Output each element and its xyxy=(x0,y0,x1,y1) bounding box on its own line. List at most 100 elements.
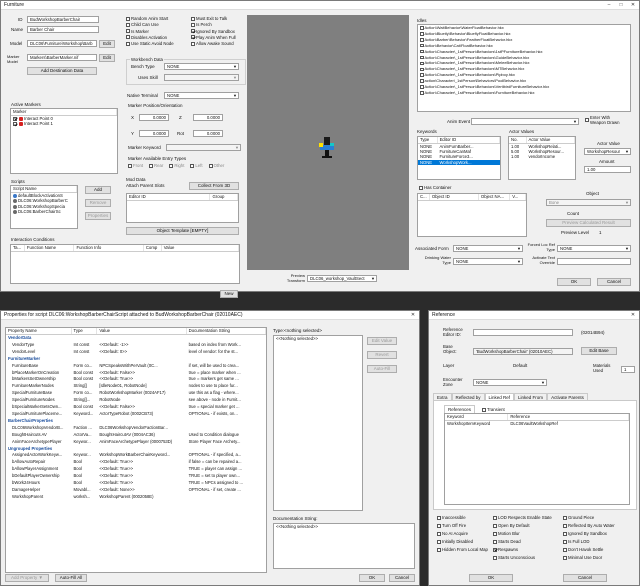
idle-check-box[interactable] xyxy=(420,91,424,95)
entry-type-4[interactable]: Other xyxy=(208,163,224,168)
minimize-icon[interactable]: – xyxy=(603,2,615,8)
flag-a-check-4[interactable]: Use Static Avoid Node xyxy=(126,41,174,46)
ref-flag-c-check-5[interactable]: Minimal Use Door xyxy=(563,555,615,560)
flag-b-check-4[interactable]: Allow Awake Sound xyxy=(191,41,236,46)
preview-calculated-result-button[interactable]: Preview Calculated Result xyxy=(546,219,631,227)
condition-new-button-visible[interactable]: New xyxy=(220,290,238,298)
close-icon[interactable]: ✕ xyxy=(627,2,639,8)
properties-cancel-button[interactable]: Cancel xyxy=(389,574,415,582)
interaction-conditions-list[interactable]: Ta... Function Name Function Info Comp Value xyxy=(10,244,240,284)
ref-flag-b-check-3[interactable]: Starts Dead xyxy=(493,539,552,544)
property-row[interactable]: bAllowAutoRepair Bool <<Default: True>> if … xyxy=(6,459,266,466)
marker-enabled-box[interactable] xyxy=(13,116,17,121)
object-template-button[interactable]: Object Template [EMPTY] xyxy=(126,227,239,235)
properties-table[interactable]: Property Name Type Value Documentation Stri… xyxy=(5,327,267,573)
script-properties-button[interactable]: Properties xyxy=(85,212,111,220)
actor-value-row[interactable]: 1.00 vendorIncome xyxy=(509,154,575,159)
ref-flag-c-check-1[interactable]: Reflected By Auto Water xyxy=(563,523,615,528)
encounter-zone-select[interactable]: NONE ▼ xyxy=(473,379,547,386)
model-edit-button[interactable]: Edit xyxy=(99,40,115,48)
ref-flag-b-check-5[interactable]: Starts Unconscious xyxy=(493,555,552,560)
id-field[interactable]: BudWorkshopBarberChair xyxy=(27,16,99,23)
marker-keyword-select[interactable]: ▼ xyxy=(166,144,241,151)
native-terminal-select[interactable]: NONE ▼ xyxy=(164,92,239,99)
flag-b-check-1[interactable]: Is Perch xyxy=(191,22,236,27)
edit-base-button[interactable]: Edit Base xyxy=(581,347,617,355)
ref-flag-c-check-0[interactable]: Ground Piece xyxy=(563,515,615,520)
flag-a-check-2[interactable]: Is Marker xyxy=(126,29,174,34)
property-row[interactable]: SpecialFurnitureBase Form co... RobotWorks… xyxy=(6,390,266,397)
associated-form-select[interactable]: NONE ▼ xyxy=(453,245,523,252)
scripts-list[interactable]: Script Name defaultBlockActivationS DLC06… xyxy=(10,185,78,229)
amount-field[interactable]: 1.00 xyxy=(584,166,631,173)
edit-value-button[interactable]: Edit Value xyxy=(367,337,397,345)
actor-value-select[interactable]: WorkshopResour ▼ xyxy=(584,148,631,155)
idles-list[interactable]: Action\WaitBehavior\WaterFloatBehavior.h… xyxy=(417,24,631,112)
uses-skill-select[interactable]: ▼ xyxy=(164,74,239,81)
idle-check-box[interactable] xyxy=(420,67,424,72)
preview-transform-select[interactable]: DLC06_workshop_VaultSect ▼ xyxy=(307,275,377,282)
flag-b-check-2[interactable]: Ignored By Sandbox xyxy=(191,29,236,34)
idle-check-box[interactable] xyxy=(420,55,424,60)
ref-flag-b-check-2[interactable]: Motion Blur xyxy=(493,531,552,536)
collect-from-3d-button[interactable]: Collect From 3D xyxy=(189,182,239,190)
ref-flag-c-check-2[interactable]: Ignored By Sandbox xyxy=(563,531,615,536)
keyword-row[interactable]: NONE WorkshopWork... xyxy=(418,159,500,165)
ref-flag-a-check-3[interactable]: Initially Disabled xyxy=(437,539,488,544)
activate-text-field[interactable] xyxy=(557,258,631,265)
marker-model-edit-button[interactable]: Edit xyxy=(99,54,115,62)
keywords-list[interactable]: Type Editor ID NONE AnimFurnBarber... NONE F… xyxy=(417,136,501,180)
property-row[interactable]: bDefaultPlayerOwnership Bool <<Default: Tr… xyxy=(6,473,266,480)
idle-check-box[interactable] xyxy=(420,49,424,54)
flag-a-check-1[interactable]: Child Can Use xyxy=(126,22,174,27)
object-select[interactable]: Bone ▼ xyxy=(546,199,631,206)
properties-ok-button[interactable]: OK xyxy=(359,574,385,582)
property-group-row[interactable]: FurnitureMarker xyxy=(6,356,266,363)
actor-values-list[interactable]: No. Actor Value 1.00 WorkshopRelati... 5.00… xyxy=(508,136,576,180)
entry-type-3[interactable]: Left xyxy=(190,163,203,168)
script-remove-button[interactable]: Remove xyxy=(85,199,111,207)
close-icon[interactable]: ✕ xyxy=(407,312,419,318)
y-field[interactable]: 0.0000 xyxy=(139,130,169,137)
idle-check-box[interactable] xyxy=(420,43,424,48)
property-row[interactable]: AssignedActorWorkKeyw... Keywor... Worksho… xyxy=(6,452,266,459)
marker-model-field[interactable]: Markers\BarberMarker.nif xyxy=(27,54,97,61)
ref-flag-c-check-4[interactable]: Don't Havok Settle xyxy=(563,547,615,552)
ref-flag-a-check-2[interactable]: No AI Acquire xyxy=(437,531,488,536)
property-group-row[interactable]: Ungrouped Properties xyxy=(6,446,266,453)
property-row[interactable]: WorkshopParent worksh... WorkshopParent (0… xyxy=(6,494,266,501)
marker-row[interactable]: Interact Point 1 xyxy=(11,121,117,126)
enter-with-weapon-check[interactable]: Enter With Weapon Drawn xyxy=(585,115,625,125)
ref-editor-id-field[interactable] xyxy=(473,329,573,336)
property-row[interactable]: bSpecialMarkerSetsOwn... Bool const <<Defa… xyxy=(6,404,266,411)
property-row[interactable]: DamageHelper Movabl... <<Default: None>> OP… xyxy=(6,487,266,494)
auto-fill-all-button[interactable]: Auto-Fill All xyxy=(55,574,87,582)
model-field[interactable]: DLC06\Furniture\Workshop\Barb xyxy=(27,40,97,47)
property-row[interactable]: FurnitureBase Form co... NPCSpeaksWithPerV… xyxy=(6,363,266,370)
property-row[interactable]: bAllowPlayerAssignment Bool <<Default: Tru… xyxy=(6,466,266,473)
flag-b-check-3[interactable]: Play Anim When Full xyxy=(191,35,236,40)
flag-a-check-0[interactable]: Random Anim Start xyxy=(126,16,174,21)
drinking-water-select[interactable]: NONE ▼ xyxy=(453,258,523,265)
property-row[interactable]: AnimFaceArchetypePlayer Keywor... AnimFace… xyxy=(6,439,266,446)
marker-enabled-box[interactable] xyxy=(13,122,17,127)
subtab-references[interactable]: References xyxy=(444,405,476,413)
idle-check-box[interactable] xyxy=(420,73,424,77)
entry-type-2[interactable]: Right xyxy=(169,163,184,168)
maximize-icon[interactable]: □ xyxy=(615,2,627,8)
flag-a-check-3[interactable]: Disables Activation xyxy=(126,35,174,40)
script-row[interactable]: DLC06:BarberChairSc xyxy=(11,209,77,214)
property-row[interactable]: DLC06WorkshopVendorB... Faction ... DLC06W… xyxy=(6,425,266,432)
property-row[interactable]: bWork24Hours Bool <<Default: True>> TRUE = … xyxy=(6,480,266,487)
idle-check-box[interactable] xyxy=(420,26,424,30)
entry-type-0[interactable]: Front xyxy=(128,163,143,168)
auto-fill-button[interactable]: Auto-Fill xyxy=(367,365,397,373)
ref-flag-a-check-0[interactable]: Inaccessible xyxy=(437,515,488,520)
ref-flag-b-check-4[interactable]: Respawns xyxy=(493,547,552,552)
property-row[interactable]: SpecialFurnitureNodes String[]... RobotNod… xyxy=(6,397,266,404)
active-markers-list[interactable]: Marker Interact Point 0 Interact Point 1 xyxy=(10,108,118,174)
bench-type-select[interactable]: NONE ▼ xyxy=(164,63,239,70)
property-group-row[interactable]: BarberChairProperties xyxy=(6,418,266,425)
property-row[interactable]: BoughtHaircuts AV ActorVa... BoughtHaircut… xyxy=(6,432,266,439)
rot-field[interactable]: 0.0000 xyxy=(193,130,223,137)
